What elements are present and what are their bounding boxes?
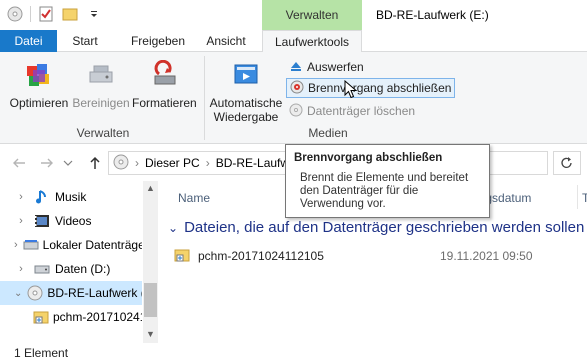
ribbon: Optimieren Bereinigen Formatieren Verwal… bbox=[0, 52, 587, 144]
window-title: BD-RE-Laufwerk (E:) bbox=[376, 8, 489, 22]
tree-item-label: BD-RE-Laufwerk (E:) bbox=[47, 286, 142, 300]
tree-item-data-drive[interactable]: › Daten (D:) bbox=[0, 257, 142, 281]
ribbon-tab-row: Datei Start Freigeben Ansicht Laufwerkto… bbox=[0, 30, 587, 53]
optimize-label: Optimieren bbox=[9, 96, 69, 110]
column-header-name[interactable]: Name bbox=[178, 191, 210, 205]
group-label-media: Medien bbox=[308, 126, 348, 140]
tree-item-music[interactable]: › Musik bbox=[0, 185, 142, 209]
file-row[interactable]: pchm-20171024112105 19.11.2021 09:50 bbox=[174, 245, 584, 267]
tab-share[interactable]: Freigeben bbox=[113, 30, 203, 52]
cleanup-button[interactable]: Bereinigen bbox=[70, 58, 132, 110]
disc-icon bbox=[27, 285, 43, 301]
new-folder-icon[interactable] bbox=[61, 5, 79, 23]
address-disc-icon bbox=[113, 154, 129, 173]
mouse-cursor-icon bbox=[344, 80, 358, 99]
finish-burning-button[interactable]: Brennvorgang abschließen bbox=[286, 78, 456, 98]
optimize-icon bbox=[22, 58, 56, 92]
tree-item-pchm-folder[interactable]: pchm-20171024112105 bbox=[0, 305, 142, 329]
cleanup-icon bbox=[84, 58, 118, 92]
breadcrumb-separator-icon: › bbox=[205, 156, 210, 170]
autoplay-icon bbox=[229, 58, 263, 92]
finish-burning-label: Brennvorgang abschließen bbox=[308, 81, 452, 95]
refresh-button[interactable] bbox=[553, 151, 581, 175]
music-icon bbox=[33, 189, 51, 205]
drive-icon bbox=[23, 237, 39, 253]
drive-icon bbox=[33, 261, 51, 277]
tree-item-label: Musik bbox=[55, 190, 87, 204]
properties-icon[interactable] bbox=[37, 5, 55, 23]
erase-disc-icon bbox=[289, 103, 303, 120]
nav-pane-scrollbar[interactable]: ▲ ▼ bbox=[143, 181, 158, 343]
eject-icon bbox=[289, 59, 303, 76]
column-header-type[interactable]: Typ bbox=[582, 191, 587, 205]
tooltip: Brennvorgang abschließen Brennt die Elem… bbox=[285, 144, 490, 218]
disc-icon[interactable] bbox=[6, 5, 24, 23]
title-bar: Verwalten BD-RE-Laufwerk (E:) bbox=[0, 0, 587, 30]
back-arrow-icon[interactable] bbox=[10, 153, 28, 173]
tree-item-label: pchm-20171024112105 bbox=[53, 310, 142, 324]
eject-button[interactable]: Auswerfen bbox=[286, 57, 367, 77]
expand-chevron-icon[interactable]: › bbox=[14, 191, 28, 203]
scroll-down-arrow-icon[interactable]: ▼ bbox=[143, 327, 158, 341]
tab-drive-tools[interactable]: Laufwerktools bbox=[262, 30, 362, 53]
folder-icon bbox=[33, 309, 49, 325]
group-separator bbox=[204, 56, 205, 140]
column-separator[interactable] bbox=[577, 185, 578, 209]
forward-arrow-icon[interactable] bbox=[38, 153, 56, 173]
refresh-icon bbox=[561, 157, 572, 168]
autoplay-button[interactable]: Automatische Wiedergabe bbox=[208, 58, 284, 124]
expand-chevron-icon[interactable]: › bbox=[14, 215, 28, 227]
quick-access-toolbar bbox=[6, 5, 103, 23]
expand-chevron-icon[interactable]: › bbox=[14, 239, 18, 251]
tab-start[interactable]: Start bbox=[57, 30, 113, 52]
eject-label: Auswerfen bbox=[307, 60, 364, 74]
erase-disc-button[interactable]: Datenträger löschen bbox=[286, 101, 418, 121]
tree-item-bd-re-drive[interactable]: ⌄ BD-RE-Laufwerk (E:) bbox=[0, 281, 142, 305]
optimize-button[interactable]: Optimieren bbox=[8, 58, 70, 110]
scroll-up-arrow-icon[interactable]: ▲ bbox=[143, 181, 158, 195]
tooltip-body: Brennt die Elemente und bereitet den Dat… bbox=[300, 172, 469, 210]
group-header-label: Dateien, die auf den Datenträger geschri… bbox=[184, 219, 587, 236]
customize-qat-icon[interactable] bbox=[85, 5, 103, 23]
expand-chevron-icon[interactable]: › bbox=[14, 263, 28, 275]
tree-item-label: Lokaler Datenträger (C:) bbox=[42, 238, 142, 252]
navigation-pane: › Musik › Videos › Lokaler Datenträger (… bbox=[0, 181, 158, 343]
scroll-thumb[interactable] bbox=[144, 283, 157, 317]
breadcrumb-separator-icon: › bbox=[135, 156, 139, 170]
format-label: Formatieren bbox=[132, 96, 197, 110]
erase-disc-label: Datenträger löschen bbox=[307, 104, 416, 118]
burn-disc-icon bbox=[290, 80, 304, 97]
folder-icon bbox=[174, 248, 190, 265]
tree-item-local-disk[interactable]: › Lokaler Datenträger (C:) bbox=[0, 233, 142, 257]
autoplay-label: Automatische Wiedergabe bbox=[209, 96, 283, 124]
item-count: 1 Element bbox=[14, 346, 69, 360]
tree-item-label: Videos bbox=[55, 214, 92, 228]
group-label-manage: Verwalten bbox=[76, 126, 130, 140]
collapse-chevron-icon[interactable]: ⌄ bbox=[14, 288, 22, 299]
collapse-chevron-icon[interactable]: ⌄ bbox=[168, 221, 178, 235]
file-name: pchm-20171024112105 bbox=[198, 249, 324, 263]
tree-item-videos[interactable]: › Videos bbox=[0, 209, 142, 233]
video-icon bbox=[33, 213, 51, 229]
file-date: 19.11.2021 09:50 bbox=[440, 249, 533, 263]
context-tab-header: Verwalten bbox=[262, 0, 362, 30]
tree-item-label: Daten (D:) bbox=[55, 262, 111, 276]
format-icon bbox=[147, 58, 181, 92]
status-bar: 1 Element bbox=[0, 343, 587, 364]
group-header[interactable]: ⌄ Dateien, die auf den Datenträger gesch… bbox=[168, 219, 587, 236]
qat-separator bbox=[30, 6, 31, 22]
recent-locations-chevron-icon[interactable] bbox=[62, 153, 74, 173]
tooltip-title: Brennvorgang abschließen bbox=[294, 152, 443, 164]
breadcrumb-item-this-pc[interactable]: Dieser PC bbox=[145, 156, 200, 170]
tab-file[interactable]: Datei bbox=[0, 30, 57, 52]
up-arrow-icon[interactable] bbox=[86, 153, 104, 173]
format-button[interactable]: Formatieren bbox=[132, 58, 197, 110]
tab-view[interactable]: Ansicht bbox=[196, 30, 256, 52]
cleanup-label: Bereinigen bbox=[72, 96, 130, 110]
